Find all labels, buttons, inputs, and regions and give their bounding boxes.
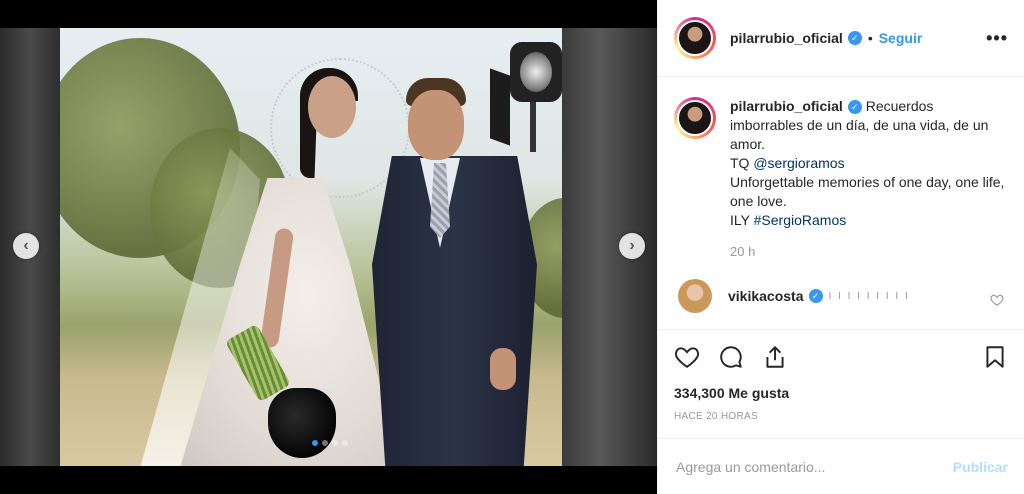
bouquet (268, 388, 336, 458)
carousel-dot (322, 440, 328, 446)
caption-timestamp[interactable]: 20 h (730, 244, 1008, 259)
post-username[interactable]: pilarrubio_oficial (730, 30, 843, 46)
post-image[interactable] (0, 28, 657, 466)
post-sidebar: pilarrubio_oficial ✓ • Seguir ••• pilarr… (657, 0, 1024, 494)
groom-face (408, 90, 464, 160)
carousel-dot (332, 440, 338, 446)
likes-count[interactable]: 334,300 Me gusta (658, 385, 1024, 401)
chevron-left-icon: ‹ (23, 237, 29, 254)
caption-line-2: Unforgettable memories of one day, one l… (730, 174, 1005, 209)
commenter-avatar[interactable] (678, 279, 712, 313)
carousel-indicator (312, 440, 348, 446)
avatar[interactable] (674, 17, 716, 59)
action-bar (658, 329, 1024, 383)
comment-icon[interactable] (718, 344, 744, 370)
groom-suit (372, 156, 537, 466)
post-photo-area: ‹ › (0, 0, 657, 494)
studio-lamp (490, 42, 565, 152)
comments-section: pilarrubio_oficial ✓ Recuerdos imborrable… (658, 77, 1024, 329)
more-options-icon[interactable]: ••• (986, 28, 1008, 49)
caption-username[interactable]: pilarrubio_oficial (730, 98, 843, 114)
carousel-prev-button[interactable]: ‹ (13, 233, 39, 259)
share-icon[interactable] (762, 344, 788, 370)
comment-form: Publicar (658, 438, 1024, 494)
follow-button[interactable]: Seguir (879, 30, 923, 46)
caption-ily-prefix: ILY (730, 212, 754, 228)
caption-avatar[interactable] (674, 97, 716, 139)
post-timestamp[interactable]: HACE 20 HORAS (658, 411, 1024, 422)
hashtag-link[interactable]: #SergioRamos (754, 212, 847, 228)
verified-badge-icon: ✓ (808, 289, 823, 303)
commenter-username[interactable]: vikikacosta (728, 288, 804, 304)
groom-hand (490, 348, 516, 390)
carousel-next-button[interactable]: › (619, 233, 645, 259)
bride-face (308, 76, 356, 138)
verified-badge-icon: ✓ (847, 31, 862, 45)
separator-dot: • (867, 30, 873, 46)
publish-button[interactable]: Publicar (953, 459, 1008, 475)
comment-text: I I I I I I I I I (828, 290, 910, 302)
mention-link[interactable]: @sergioramos (753, 155, 844, 171)
comment-like-icon[interactable] (990, 293, 1004, 307)
caption: pilarrubio_oficial ✓ Recuerdos imborrable… (674, 97, 1008, 230)
caption-tq-prefix: TQ (730, 155, 754, 171)
comment-item: vikikacosta ✓ I I I I I I I I I (674, 279, 1008, 313)
comment-input[interactable] (676, 458, 953, 475)
verified-badge-icon: ✓ (847, 100, 862, 115)
chevron-right-icon: › (629, 237, 635, 254)
carousel-dot (312, 440, 318, 446)
heart-icon[interactable] (674, 344, 700, 370)
carousel-dot (342, 440, 348, 446)
caption-text: pilarrubio_oficial ✓ Recuerdos imborrable… (730, 97, 1005, 230)
bookmark-icon[interactable] (982, 344, 1008, 370)
post-header: pilarrubio_oficial ✓ • Seguir ••• (658, 0, 1024, 77)
